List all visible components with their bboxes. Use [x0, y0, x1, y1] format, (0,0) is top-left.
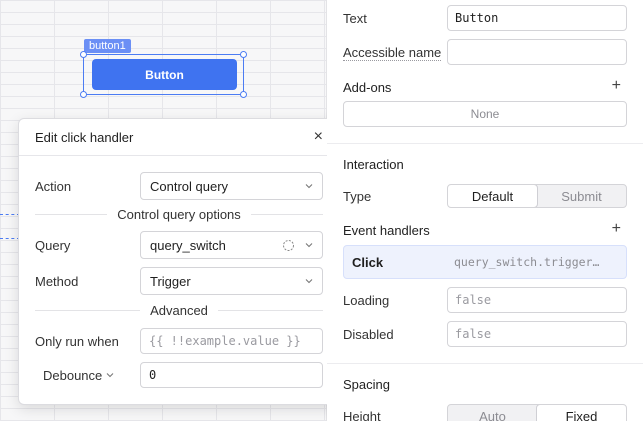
canvas-button[interactable]: Button [92, 59, 237, 90]
loading-input[interactable]: false [447, 287, 627, 313]
component-name-tag[interactable]: button1 [84, 39, 131, 53]
debounce-dropdown[interactable]: Debounce [35, 368, 140, 383]
event-handler-event: Click [352, 254, 384, 270]
chevron-down-icon [305, 243, 313, 248]
edit-click-handler-popover: Edit click handler × Action Control quer… [18, 118, 340, 405]
height-row: Height Auto Fixed [343, 404, 627, 421]
query-row: Query query_switch [35, 231, 323, 259]
text-value: Button [455, 11, 499, 25]
height-label: Height [343, 408, 381, 421]
loading-row: Loading false [343, 287, 627, 313]
type-row: Type Default Submit [343, 184, 627, 208]
section-title-advanced: Advanced [150, 303, 208, 318]
resize-handle[interactable] [80, 51, 87, 58]
section-divider [327, 143, 643, 144]
event-handler-action: query_switch.trigger… [454, 255, 600, 269]
event-handlers-label: Event handlers [343, 223, 430, 238]
plus-icon[interactable]: + [612, 77, 621, 95]
type-label: Type [343, 188, 372, 204]
query-label: Query [35, 237, 71, 253]
height-option-fixed[interactable]: Fixed [536, 405, 626, 421]
interaction-section-title: Interaction [343, 157, 404, 172]
action-label: Action [35, 178, 72, 194]
resize-handle[interactable] [240, 91, 247, 98]
chevron-down-icon [305, 279, 313, 284]
popover-title: Edit click handler [35, 129, 134, 145]
type-segmented-control: Default Submit [447, 184, 627, 208]
accessible-name-row: Accessible name [343, 39, 627, 65]
loading-label: Loading [343, 292, 390, 308]
section-divider: Advanced [35, 303, 324, 318]
height-segmented-control: Auto Fixed [447, 404, 627, 421]
section-divider [327, 363, 643, 364]
debounce-input[interactable]: 0 [140, 362, 323, 388]
debounce-value: 0 [149, 368, 157, 382]
plus-icon[interactable]: + [612, 220, 621, 238]
resize-handle[interactable] [240, 51, 247, 58]
section-divider: Control query options [35, 207, 324, 222]
query-value: query_switch [150, 237, 226, 253]
debounce-label: Debounce [43, 367, 103, 383]
text-row: Text Button [343, 5, 627, 31]
only-run-when-input[interactable]: {{ !!example.value }} [140, 328, 323, 354]
action-select[interactable]: Control query [140, 172, 323, 200]
section-title-control-query-options: Control query options [117, 207, 241, 222]
action-value: Control query [150, 178, 229, 194]
only-run-when-placeholder: {{ !!example.value }} [149, 334, 301, 348]
disabled-label: Disabled [343, 326, 394, 342]
close-icon[interactable]: × [314, 128, 323, 146]
loading-placeholder: false [455, 293, 492, 307]
text-input[interactable]: Button [447, 5, 627, 31]
height-option-auto[interactable]: Auto [448, 405, 537, 421]
crosshair-icon[interactable] [282, 239, 295, 252]
method-select[interactable]: Trigger [140, 267, 323, 295]
inspector-panel: Text Button Accessible name Add-ons + No… [327, 0, 643, 421]
event-handler-item[interactable]: Click query_switch.trigger… [343, 245, 627, 279]
action-row: Action Control query [35, 172, 323, 200]
popover-header: Edit click handler × [19, 119, 339, 156]
text-label: Text [343, 10, 367, 26]
type-option-default[interactable]: Default [448, 185, 538, 207]
only-run-when-label: Only run when [35, 333, 119, 349]
type-option-submit[interactable]: Submit [537, 185, 626, 207]
method-row: Method Trigger [35, 267, 323, 295]
addons-selector[interactable]: None [343, 101, 627, 127]
resize-handle[interactable] [80, 91, 87, 98]
disabled-placeholder: false [455, 327, 492, 341]
layout-guide [0, 238, 20, 239]
only-run-when-row: Only run when {{ !!example.value }} [35, 328, 323, 354]
spacing-section-title: Spacing [343, 377, 390, 392]
accessible-name-label: Accessible name [343, 44, 442, 61]
disabled-row: Disabled false [343, 321, 627, 347]
query-select[interactable]: query_switch [140, 231, 323, 259]
accessible-name-input[interactable] [447, 39, 627, 65]
addons-value: None [470, 107, 500, 121]
chevron-down-icon [305, 184, 313, 189]
method-label: Method [35, 273, 79, 289]
chevron-down-icon [106, 373, 114, 378]
disabled-input[interactable]: false [447, 321, 627, 347]
layout-guide [0, 214, 20, 215]
debounce-row: Debounce 0 [35, 362, 323, 388]
addons-label: Add-ons [343, 80, 392, 95]
method-value: Trigger [150, 273, 191, 289]
